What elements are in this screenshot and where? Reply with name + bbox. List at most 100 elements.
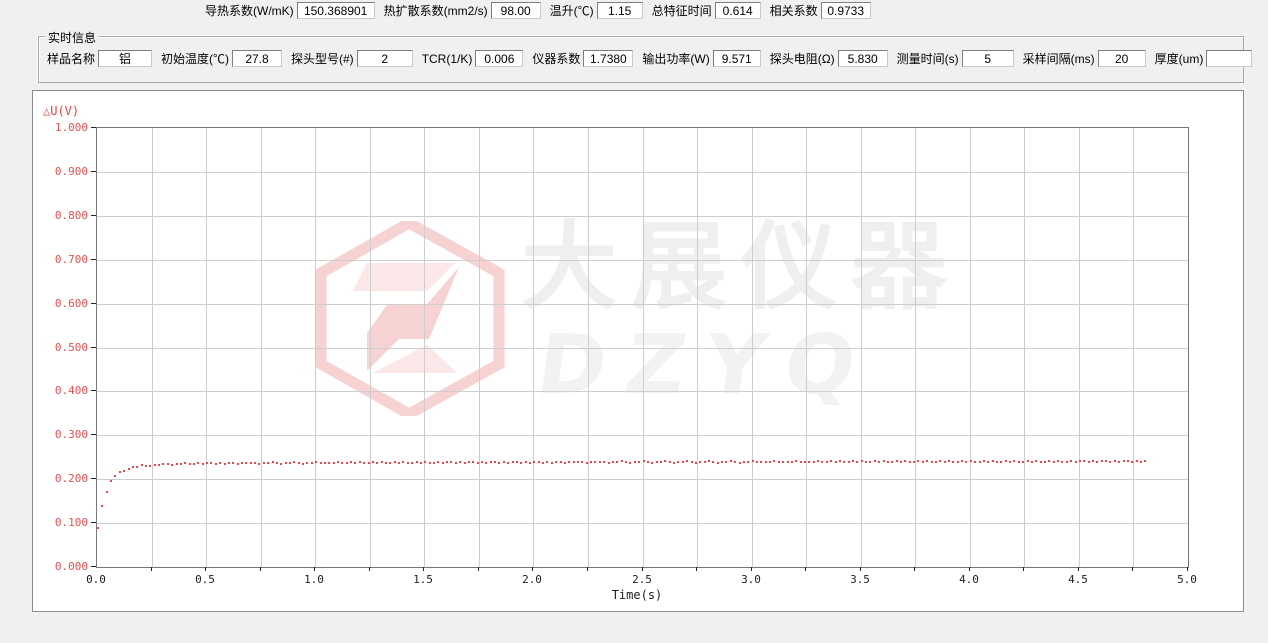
- thermal-conductivity-input[interactable]: [297, 2, 375, 19]
- data-point: [337, 461, 339, 463]
- thermal-diffusivity-input[interactable]: [491, 2, 541, 19]
- data-point: [778, 461, 780, 463]
- data-point: [490, 461, 492, 463]
- probe-resistance-input[interactable]: [838, 50, 888, 67]
- data-point: [555, 461, 557, 463]
- x-axis-tick: [696, 567, 697, 571]
- data-point: [1144, 460, 1146, 462]
- data-point: [245, 462, 247, 464]
- x-tick-label: 4.5: [1058, 573, 1098, 586]
- data-point: [821, 461, 823, 463]
- data-point: [900, 461, 902, 463]
- x-axis-tick: [314, 567, 315, 571]
- x-tick-label: 1.0: [294, 573, 334, 586]
- data-point: [498, 462, 500, 464]
- x-axis-tick: [751, 567, 752, 571]
- x-axis-tick: [1078, 567, 1079, 571]
- data-point: [1000, 461, 1002, 463]
- data-point: [686, 460, 688, 462]
- data-point: [664, 460, 666, 462]
- data-point: [1136, 460, 1138, 462]
- thickness-input[interactable]: [1206, 50, 1252, 67]
- data-point: [804, 461, 806, 463]
- thermal-conductivity-field: 导热系数(W/mK): [205, 2, 375, 19]
- data-point: [1092, 460, 1094, 462]
- initial-temperature-input[interactable]: [232, 50, 282, 67]
- data-point: [429, 462, 431, 464]
- thermal-conductivity-label: 导热系数(W/mK): [205, 2, 294, 19]
- temperature-rise-input[interactable]: [597, 2, 643, 19]
- data-point: [289, 462, 291, 464]
- data-point: [477, 462, 479, 464]
- data-point: [791, 461, 793, 463]
- data-point: [629, 462, 631, 464]
- tcr-input[interactable]: [475, 50, 523, 67]
- data-point: [935, 461, 937, 463]
- data-point: [263, 462, 265, 464]
- data-point: [891, 461, 893, 463]
- data-point: [171, 464, 173, 466]
- data-point: [896, 460, 898, 462]
- data-point: [346, 462, 348, 464]
- data-point: [446, 461, 448, 463]
- data-point: [1109, 461, 1111, 463]
- probe-model-input[interactable]: [357, 50, 413, 67]
- y-axis-tick: [91, 390, 96, 391]
- data-point: [328, 462, 330, 464]
- data-point: [402, 461, 404, 463]
- correlation-coefficient-input[interactable]: [821, 2, 871, 19]
- x-axis-tick: [260, 567, 261, 571]
- data-point: [817, 460, 819, 462]
- data-point: [590, 461, 592, 463]
- data-point: [525, 461, 527, 463]
- data-point: [660, 461, 662, 463]
- measurement-time-input[interactable]: [962, 50, 1014, 67]
- data-point: [965, 461, 967, 463]
- data-point: [747, 461, 749, 463]
- data-point: [695, 462, 697, 464]
- data-point: [224, 463, 226, 465]
- data-point: [464, 462, 466, 464]
- data-point: [494, 461, 496, 463]
- data-point: [669, 461, 671, 463]
- data-point: [320, 462, 322, 464]
- data-point: [830, 460, 832, 462]
- probe-resistance-field: 探头电阻(Ω): [770, 50, 888, 67]
- data-point: [162, 463, 164, 465]
- data-point: [258, 463, 260, 465]
- data-point: [1075, 461, 1077, 463]
- data-point: [507, 462, 509, 464]
- output-power-input[interactable]: [713, 50, 761, 67]
- data-point: [1061, 461, 1063, 463]
- data-point: [922, 461, 924, 463]
- data-point: [298, 462, 300, 464]
- data-point: [573, 461, 575, 463]
- data-point: [1040, 461, 1042, 463]
- sampling-interval-input[interactable]: [1098, 50, 1146, 67]
- data-point: [983, 460, 985, 462]
- data-point: [909, 461, 911, 463]
- data-point: [1096, 461, 1098, 463]
- data-point: [272, 461, 274, 463]
- data-point: [638, 461, 640, 463]
- sample-name-label: 样品名称: [47, 50, 95, 67]
- results-bar: 导热系数(W/mK)热扩散系数(mm2/s)温升(℃)总特征时间相关系数: [205, 2, 880, 19]
- data-point: [677, 461, 679, 463]
- data-point: [206, 462, 208, 464]
- data-point: [974, 461, 976, 463]
- x-tick-label: 0.0: [76, 573, 116, 586]
- data-point: [904, 460, 906, 462]
- data-point: [603, 461, 605, 463]
- data-point: [948, 460, 950, 462]
- sample-name-input[interactable]: [98, 50, 152, 67]
- instrument-coefficient-input[interactable]: [583, 50, 633, 67]
- data-point: [931, 461, 933, 463]
- sampling-interval-label: 采样间隔(ms): [1023, 50, 1095, 67]
- data-point: [721, 461, 723, 463]
- correlation-coefficient-field: 相关系数: [770, 2, 871, 19]
- data-point: [725, 461, 727, 463]
- total-characteristic-time-input[interactable]: [715, 2, 761, 19]
- data-point: [826, 461, 828, 463]
- x-axis-tick: [532, 567, 533, 571]
- data-point: [538, 461, 540, 463]
